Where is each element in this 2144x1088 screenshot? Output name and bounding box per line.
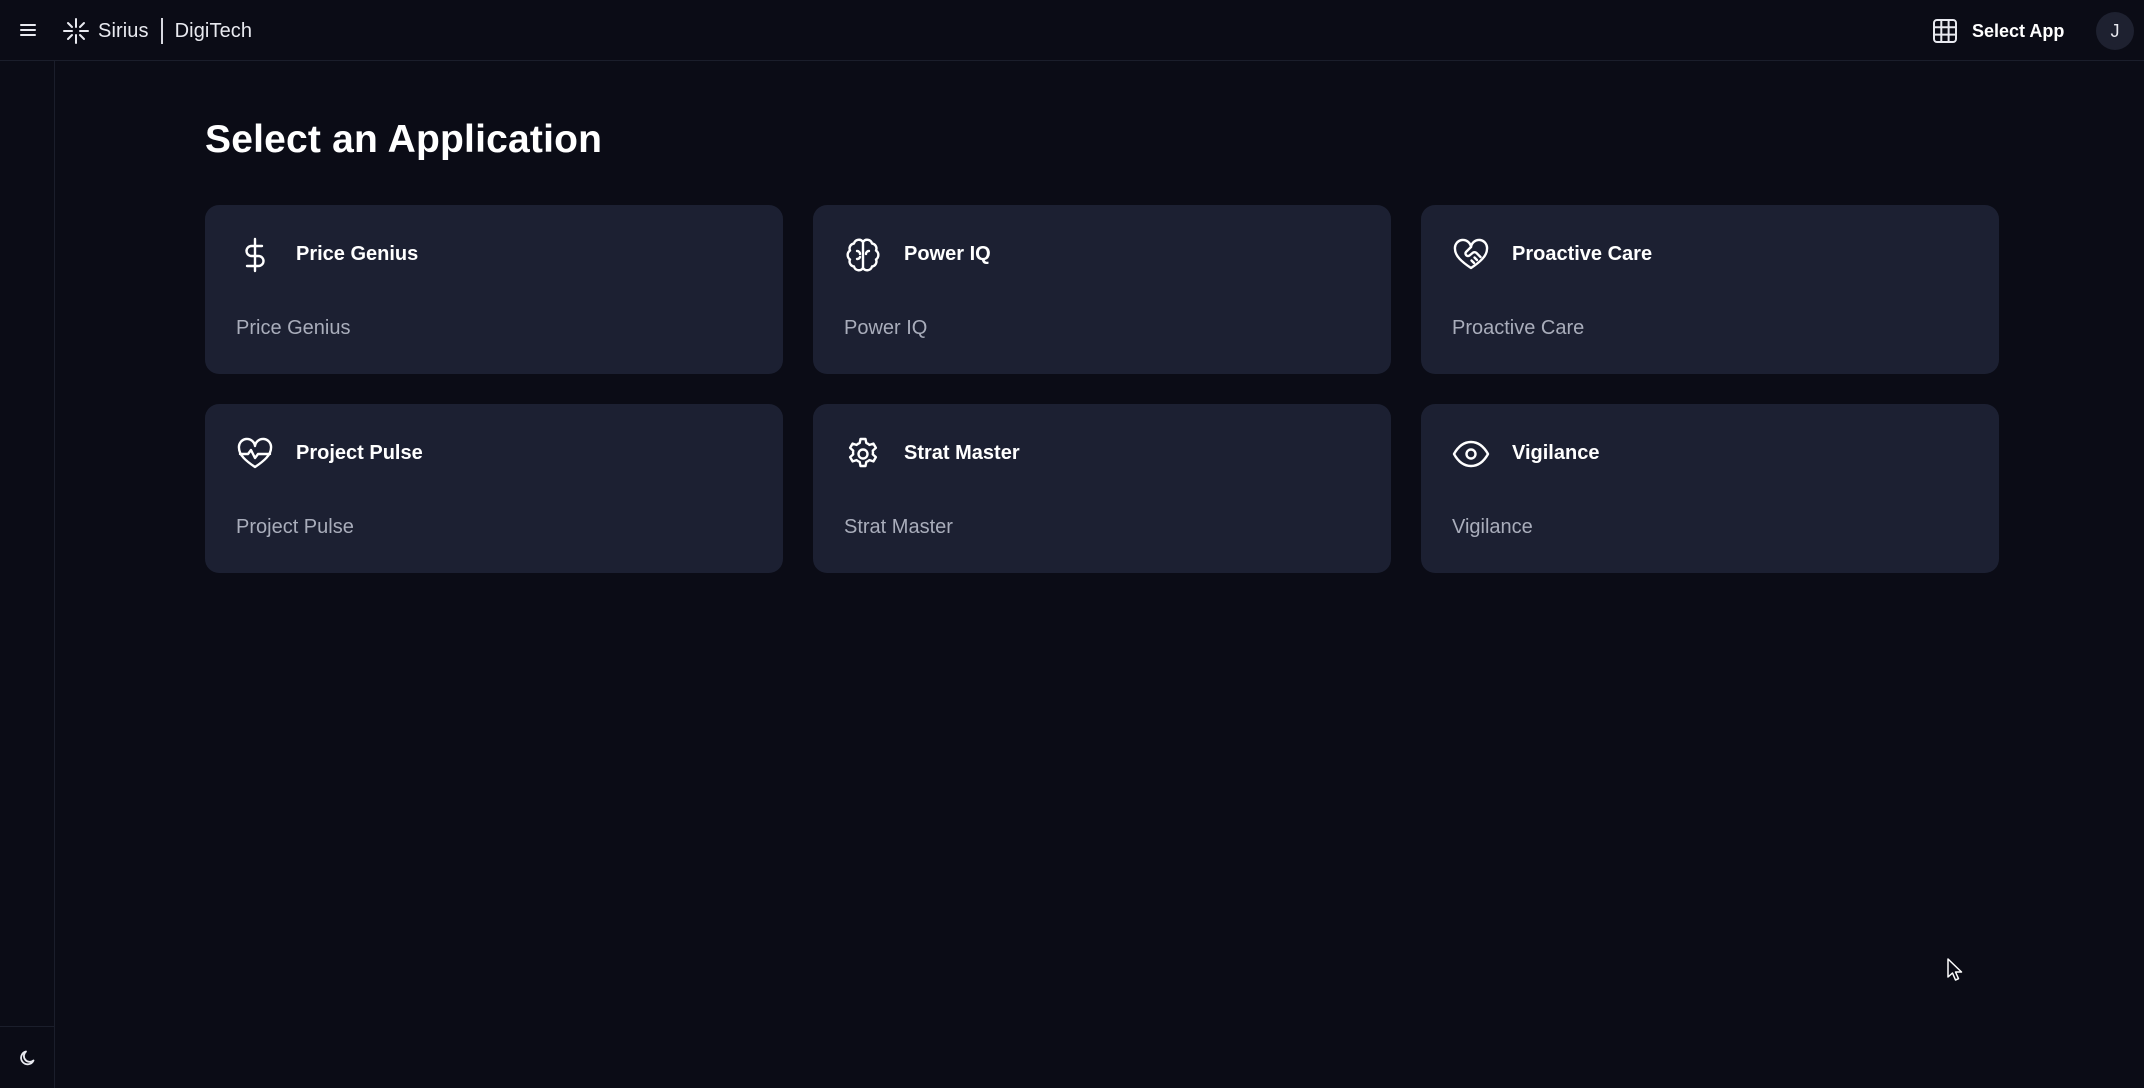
app-card-description: Project Pulse — [236, 516, 354, 538]
app-card-description: Strat Master — [844, 516, 953, 538]
app-card-price-genius[interactable]: Price Genius Price Genius — [205, 205, 783, 374]
top-bar: Sirius DigiTech Select App J — [0, 0, 2144, 61]
app-card-description: Vigilance — [1452, 516, 1533, 538]
select-app-label: Select App — [1972, 20, 2065, 41]
hamburger-menu-icon — [20, 24, 36, 36]
app-card-description: Power IQ — [844, 317, 928, 339]
app-card-vigilance[interactable]: Vigilance Vigilance — [1421, 404, 1999, 573]
theme-toggle-button[interactable] — [14, 1044, 42, 1072]
mouse-cursor-icon — [1947, 958, 1963, 981]
app-card-power-iq[interactable]: Power IQ Power IQ — [813, 205, 1391, 374]
brand-divider — [160, 18, 163, 44]
app-card-proactive-care[interactable]: Proactive Care Proactive Care — [1421, 205, 1999, 374]
app-grid: Price Genius Price Genius Power IQ Power… — [205, 205, 1999, 573]
page-title: Select an Application — [205, 118, 603, 161]
brand-name: Sirius — [98, 19, 149, 42]
user-avatar[interactable]: J — [2096, 12, 2134, 50]
moon-icon — [19, 1050, 34, 1065]
heart-pulse-icon — [235, 434, 275, 474]
menu-button[interactable] — [18, 18, 38, 42]
brand-logo[interactable]: Sirius DigiTech — [62, 14, 252, 48]
app-card-title: Project Pulse — [296, 442, 423, 464]
app-card-title: Price Genius — [296, 243, 419, 265]
app-card-title: Power IQ — [904, 243, 991, 265]
select-app-button[interactable]: Select App — [1932, 14, 2064, 48]
brand-suffix: DigiTech — [174, 19, 253, 42]
app-card-strat-master[interactable]: Strat Master Strat Master — [813, 404, 1391, 573]
eye-icon — [1451, 434, 1491, 474]
app-card-description: Price Genius — [236, 317, 351, 339]
sidebar — [0, 61, 55, 1088]
app-card-title: Strat Master — [904, 442, 1020, 464]
heart-handshake-icon — [1451, 235, 1491, 275]
gear-icon — [843, 434, 883, 474]
grid-icon — [1933, 19, 1957, 43]
dollar-icon — [235, 235, 275, 275]
app-card-title: Vigilance — [1512, 442, 1600, 464]
app-card-description: Proactive Care — [1452, 317, 1585, 339]
brain-icon — [843, 235, 883, 275]
app-card-project-pulse[interactable]: Project Pulse Project Pulse — [205, 404, 783, 573]
sidebar-footer — [0, 1026, 55, 1088]
app-card-title: Proactive Care — [1512, 243, 1653, 265]
sparkle-logo-icon — [63, 18, 89, 44]
